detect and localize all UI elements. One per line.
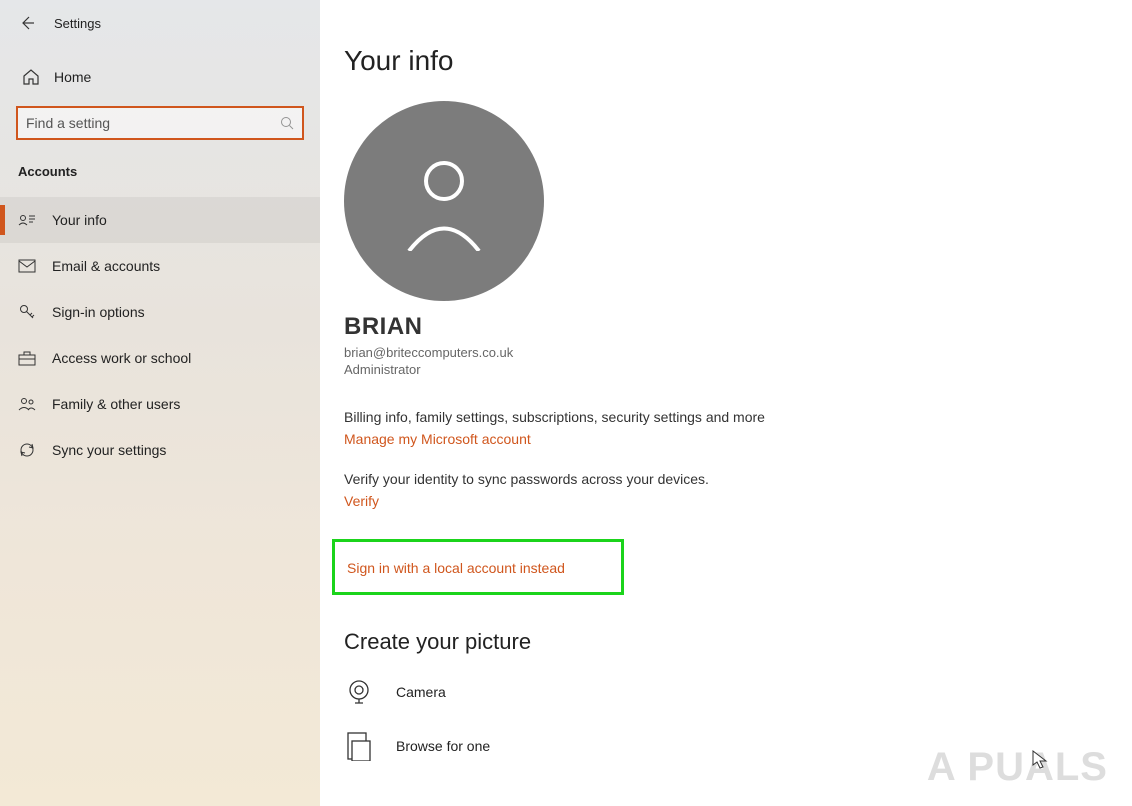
- home-label: Home: [54, 69, 91, 85]
- camera-icon: [344, 677, 374, 707]
- sidebar-item-family-users[interactable]: Family & other users: [0, 381, 320, 427]
- person-card-icon: [18, 211, 36, 229]
- sidebar-item-label: Family & other users: [52, 396, 180, 412]
- sidebar-nav: Your info Email & accounts Sign-in optio…: [0, 197, 320, 473]
- sidebar-item-signin-options[interactable]: Sign-in options: [0, 289, 320, 335]
- search-container: [0, 96, 320, 140]
- sync-icon: [18, 441, 36, 459]
- sidebar-item-label: Email & accounts: [52, 258, 160, 274]
- sidebar-item-label: Sign-in options: [52, 304, 145, 320]
- page-title: Your info: [344, 45, 1108, 77]
- arrow-left-icon: [19, 15, 35, 31]
- camera-label: Camera: [396, 684, 446, 700]
- search-box[interactable]: [16, 106, 304, 140]
- sidebar-item-label: Sync your settings: [52, 442, 166, 458]
- home-icon: [22, 68, 40, 86]
- browse-icon: [344, 731, 374, 761]
- settings-title: Settings: [54, 16, 101, 31]
- person-icon: [399, 151, 489, 251]
- user-name: BRIAN: [344, 313, 1108, 341]
- verify-link[interactable]: Verify: [344, 493, 379, 509]
- briefcase-icon: [18, 349, 36, 367]
- manage-account-link[interactable]: Manage my Microsoft account: [344, 431, 531, 447]
- sidebar-header: Settings: [0, 0, 320, 46]
- local-account-link[interactable]: Sign in with a local account instead: [347, 560, 565, 576]
- camera-option[interactable]: Camera: [344, 677, 1108, 707]
- sidebar-section-label: Accounts: [0, 140, 320, 197]
- sidebar-item-label: Your info: [52, 212, 107, 228]
- browse-option[interactable]: Browse for one: [344, 731, 1108, 761]
- avatar: [344, 101, 544, 301]
- user-role: Administrator: [344, 362, 1108, 377]
- verify-text: Verify your identity to sync passwords a…: [344, 471, 1108, 487]
- key-icon: [18, 303, 36, 321]
- main-content: Your info BRIAN brian@briteccomputers.co…: [320, 0, 1132, 806]
- home-nav[interactable]: Home: [0, 58, 320, 96]
- people-icon: [18, 395, 36, 413]
- sidebar-item-sync-settings[interactable]: Sync your settings: [0, 427, 320, 473]
- billing-info-text: Billing info, family settings, subscript…: [344, 409, 1108, 425]
- user-email: brian@briteccomputers.co.uk: [344, 345, 1108, 360]
- sidebar-item-email-accounts[interactable]: Email & accounts: [0, 243, 320, 289]
- local-account-highlight: Sign in with a local account instead: [332, 539, 624, 595]
- back-button[interactable]: [18, 14, 36, 32]
- sidebar-item-access-work-school[interactable]: Access work or school: [0, 335, 320, 381]
- sidebar: Settings Home Accounts Your info Email &…: [0, 0, 320, 806]
- sidebar-item-your-info[interactable]: Your info: [0, 197, 320, 243]
- search-icon: [280, 116, 294, 130]
- create-picture-heading: Create your picture: [344, 629, 1108, 655]
- mail-icon: [18, 257, 36, 275]
- sidebar-item-label: Access work or school: [52, 350, 191, 366]
- search-input[interactable]: [26, 115, 280, 131]
- browse-label: Browse for one: [396, 738, 490, 754]
